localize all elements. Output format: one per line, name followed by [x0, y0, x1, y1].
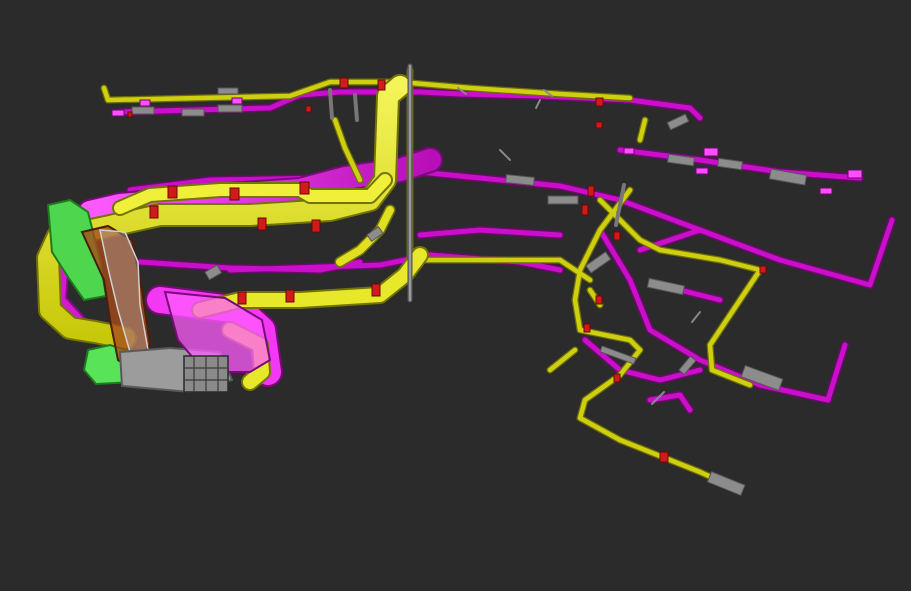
model-viewport[interactable]	[0, 0, 911, 591]
hvac-duct-3d-model[interactable]	[0, 0, 911, 591]
